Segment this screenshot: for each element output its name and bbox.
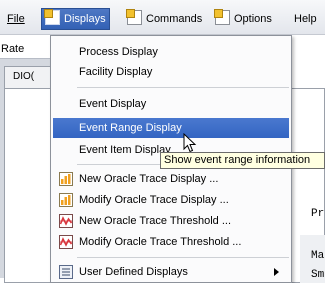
oracle-trace-threshold-icon: [59, 214, 73, 228]
menu-file[interactable]: File: [4, 8, 28, 30]
background-text-ma: Ma: [311, 250, 325, 262]
menu-item-label: Event Item Display: [79, 144, 171, 156]
menu-item-label: Facility Display: [79, 66, 153, 78]
mouse-cursor-icon: [183, 133, 197, 153]
menu-help[interactable]: Help: [291, 8, 320, 30]
commands-icon: [126, 9, 142, 25]
menu-item-modify-oracle-trace-display[interactable]: Modify Oracle Trace Display ...: [53, 190, 289, 210]
menu-item-user-defined-displays[interactable]: User Defined Displays: [53, 262, 289, 282]
menu-options-label: Options: [234, 13, 272, 25]
menu-item-new-oracle-trace-display[interactable]: New Oracle Trace Display ...: [53, 169, 289, 189]
menu-bar: File Displays Commands Options Help: [0, 0, 325, 35]
oracle-trace-display-icon: [59, 193, 73, 207]
displays-icon: [44, 9, 60, 25]
options-icon: [214, 9, 230, 25]
menu-separator: [77, 257, 289, 258]
menu-item-label: Event Range Display: [79, 122, 182, 134]
menu-item-label: New Oracle Trace Display ...: [79, 173, 219, 185]
menu-item-new-oracle-trace-threshold[interactable]: New Oracle Trace Threshold ...: [53, 211, 289, 231]
menu-displays-label: Displays: [64, 13, 106, 25]
menu-item-event-display[interactable]: Event Display: [53, 94, 289, 114]
tooltip: Show event range information: [160, 152, 325, 169]
menu-item-modify-oracle-trace-threshold[interactable]: Modify Oracle Trace Threshold ...: [53, 232, 289, 252]
submenu-arrow-icon: [274, 268, 279, 276]
menu-item-label: Event Display: [79, 98, 147, 110]
list-icon: [59, 265, 73, 279]
menu-displays[interactable]: Displays: [41, 8, 110, 30]
menu-item-label: Modify Oracle Trace Threshold ...: [79, 236, 242, 248]
menu-options[interactable]: Options: [212, 8, 275, 30]
menu-commands[interactable]: Commands: [124, 8, 205, 30]
menu-item-event-range-display[interactable]: Event Range Display: [53, 118, 289, 138]
menu-commands-label: Commands: [146, 13, 203, 25]
menu-item-process-display[interactable]: Process Display: [53, 42, 289, 62]
rate-label: Rate: [1, 43, 25, 55]
menu-item-label: New Oracle Trace Threshold ...: [79, 215, 232, 227]
menu-file-label: File: [7, 13, 25, 25]
menu-help-label: Help: [294, 13, 317, 25]
menu-item-label: User Defined Displays: [79, 266, 188, 278]
menu-separator: [77, 87, 289, 88]
oracle-trace-threshold-icon: [59, 235, 73, 249]
menu-item-label: Process Display: [79, 46, 158, 58]
oracle-trace-display-icon: [59, 172, 73, 186]
background-text-sm: Sm: [311, 269, 325, 281]
menu-item-label: Modify Oracle Trace Display ...: [79, 194, 229, 206]
background-text-pr: Pr: [311, 208, 325, 220]
menu-item-facility-display[interactable]: Facility Display: [53, 62, 289, 82]
